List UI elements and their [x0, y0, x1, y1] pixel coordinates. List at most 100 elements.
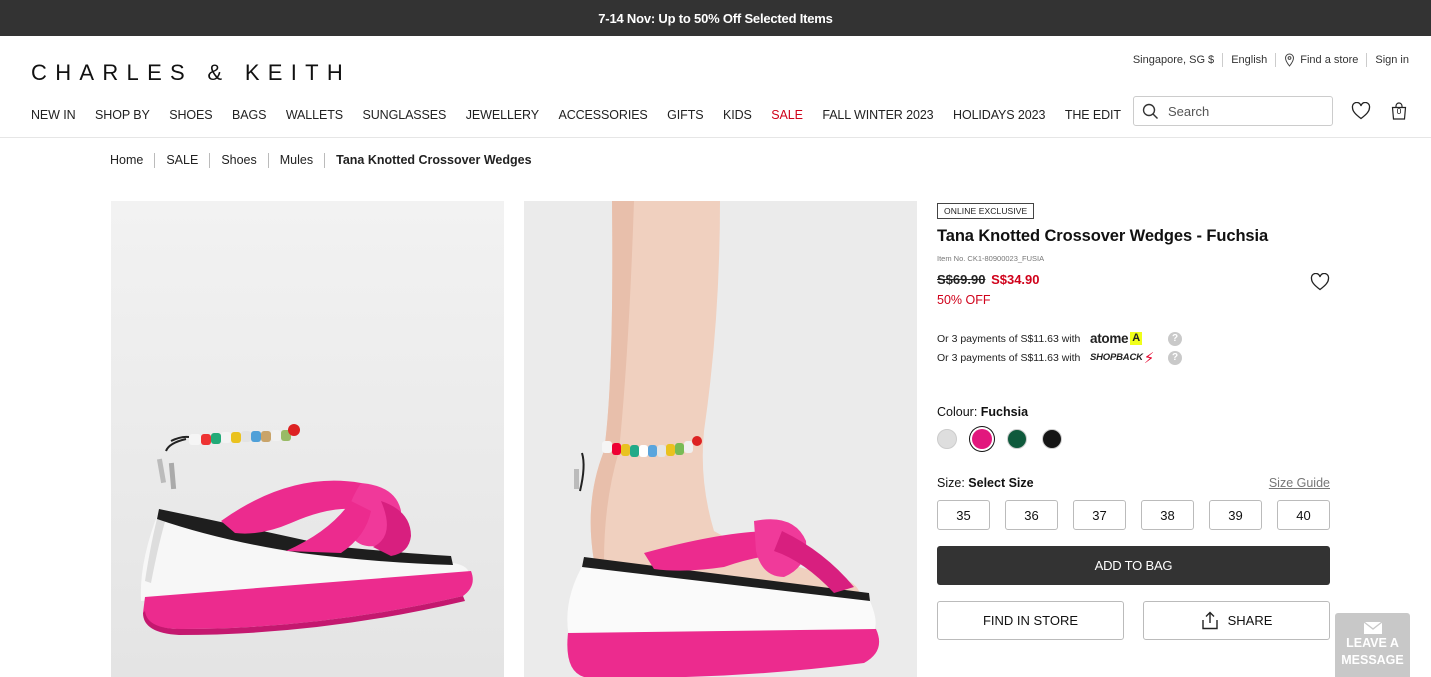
sale-price: S$34.90: [991, 272, 1040, 287]
shopback-installment: Or 3 payments of S$11.63 with SHOPBACK ⚡ …: [937, 348, 1330, 367]
heart-icon: [1310, 272, 1330, 291]
wedge-sandal-illustration: [111, 201, 504, 677]
cart-count: 0: [1396, 106, 1402, 116]
size-option-37[interactable]: 37: [1073, 500, 1126, 530]
nav-item-new-in[interactable]: NEW IN: [31, 108, 76, 122]
brand-logo[interactable]: CHARLES & KEITH: [31, 60, 351, 86]
colour-selector: Colour: Fuchsia: [937, 405, 1330, 419]
size-label: Size:: [937, 476, 965, 490]
nav-item-sunglasses[interactable]: SUNGLASSES: [363, 108, 447, 122]
installment-options: Or 3 payments of S$11.63 with atome A ? O…: [937, 329, 1330, 367]
envelope-icon: [1363, 621, 1382, 634]
colour-swatch-light-grey[interactable]: [937, 429, 957, 449]
location-pin-icon: [1285, 53, 1295, 67]
utility-bar: Singapore, SG $ English Find a store Sig…: [1125, 53, 1409, 67]
shopback-bolt-icon: ⚡: [1143, 349, 1155, 367]
size-label-group: Size: Select Size: [937, 476, 1034, 490]
nav-item-the-edit[interactable]: THE EDIT: [1065, 108, 1121, 122]
nav-item-shoes[interactable]: SHOES: [169, 108, 212, 122]
nav-item-accessories[interactable]: ACCESSORIES: [558, 108, 647, 122]
product-title: Tana Knotted Crossover Wedges - Fuchsia: [937, 227, 1269, 245]
language-label: English: [1231, 54, 1268, 66]
sign-in-link[interactable]: Sign in: [1367, 53, 1409, 67]
size-option-39[interactable]: 39: [1209, 500, 1262, 530]
size-header: Size: Select Size Size Guide: [937, 476, 1330, 490]
leave-message-line2: MESSAGE: [1341, 653, 1404, 667]
size-guide-link[interactable]: Size Guide: [1269, 476, 1330, 490]
breadcrumb-sale[interactable]: SALE: [154, 153, 209, 168]
heart-icon: [1351, 102, 1371, 120]
colour-label: Colour:: [937, 405, 978, 419]
size-option-40[interactable]: 40: [1277, 500, 1330, 530]
breadcrumb: Home SALE Shoes Mules Tana Knotted Cross…: [110, 153, 543, 168]
colour-swatch-fuchsia[interactable]: [972, 429, 992, 449]
add-to-wishlist-button[interactable]: [1310, 272, 1330, 296]
product-info: ONLINE EXCLUSIVE Tana Knotted Crossover …: [937, 201, 1330, 640]
breadcrumb-mules[interactable]: Mules: [267, 153, 324, 168]
cart-button[interactable]: 0: [1388, 100, 1410, 122]
region-label: Singapore, SG $: [1132, 54, 1215, 66]
region-selector[interactable]: Singapore, SG $: [1125, 53, 1224, 67]
wishlist-button[interactable]: [1350, 100, 1372, 122]
atome-logo-text: atome: [1090, 331, 1129, 346]
product-image-1[interactable]: [111, 201, 504, 677]
promo-text: 7-14 Nov: Up to 50% Off Selected Items: [598, 10, 833, 26]
nav-item-fall-winter-2023[interactable]: FALL WINTER 2023: [822, 108, 933, 122]
leave-message-widget[interactable]: LEAVE A MESSAGE: [1335, 613, 1410, 677]
find-store-link[interactable]: Find a store: [1276, 53, 1368, 67]
breadcrumb-home[interactable]: Home: [110, 153, 154, 168]
promo-banner[interactable]: 7-14 Nov: Up to 50% Off Selected Items: [0, 0, 1431, 36]
size-options: 35 36 37 38 39 40: [937, 500, 1330, 530]
product-image-2[interactable]: [524, 201, 917, 677]
search-box[interactable]: [1133, 96, 1333, 126]
size-option-35[interactable]: 35: [937, 500, 990, 530]
atome-logo: atome A: [1090, 331, 1168, 346]
language-selector[interactable]: English: [1223, 53, 1277, 67]
colour-value: Fuchsia: [980, 405, 1029, 419]
nav-item-wallets[interactable]: WALLETS: [286, 108, 343, 122]
leave-message-line1: LEAVE A: [1346, 636, 1399, 650]
colour-swatches: [937, 429, 1330, 449]
shopback-logo-text: SHOPBACK: [1090, 352, 1143, 363]
nav-item-holidays-2023[interactable]: HOLIDAYS 2023: [953, 108, 1045, 122]
share-button[interactable]: SHARE: [1143, 601, 1330, 640]
size-value: Select Size: [968, 476, 1034, 490]
find-store-label: Find a store: [1300, 54, 1359, 66]
search-input[interactable]: [1168, 103, 1318, 119]
sign-in-label: Sign in: [1375, 54, 1409, 66]
site-header: CHARLES & KEITH Singapore, SG $ English …: [0, 36, 1431, 138]
price-block: S$69.90 S$34.90: [937, 272, 1330, 287]
discount-label: 50% OFF: [937, 293, 991, 307]
nav-item-sale[interactable]: SALE: [771, 108, 803, 122]
size-option-36[interactable]: 36: [1005, 500, 1058, 530]
atome-logo-mark: A: [1130, 332, 1142, 345]
atome-info-icon[interactable]: ?: [1168, 331, 1182, 346]
nav-item-shop-by[interactable]: SHOP BY: [95, 108, 150, 122]
nav-item-bags[interactable]: BAGS: [232, 108, 266, 122]
share-icon: [1201, 611, 1218, 630]
nav-item-kids[interactable]: KIDS: [723, 108, 752, 122]
atome-installment: Or 3 payments of S$11.63 with atome A ?: [937, 329, 1330, 348]
shopback-logo: SHOPBACK ⚡: [1090, 349, 1168, 367]
search-icon: [1142, 103, 1158, 119]
secondary-actions: FIND IN STORE SHARE: [937, 601, 1330, 640]
main-nav: NEW IN SHOP BY SHOES BAGS WALLETS SUNGLA…: [31, 108, 1140, 122]
item-number: Item No. CK1-80900023_FUSIA: [937, 254, 1045, 263]
worn-sandal-illustration: [524, 201, 917, 677]
size-option-38[interactable]: 38: [1141, 500, 1194, 530]
nav-item-gifts[interactable]: GIFTS: [667, 108, 703, 122]
add-to-bag-button[interactable]: ADD TO BAG: [937, 546, 1330, 585]
online-exclusive-badge: ONLINE EXCLUSIVE: [937, 203, 1035, 219]
atome-installment-text: Or 3 payments of S$11.63 with: [937, 332, 1081, 345]
share-label: SHARE: [1227, 613, 1273, 628]
colour-swatch-black[interactable]: [1042, 429, 1062, 449]
shopback-installment-text: Or 3 payments of S$11.63 with: [937, 351, 1081, 364]
shopback-info-icon[interactable]: ?: [1168, 350, 1182, 365]
colour-swatch-green[interactable]: [1007, 429, 1027, 449]
original-price: S$69.90: [937, 272, 986, 287]
find-in-store-button[interactable]: FIND IN STORE: [937, 601, 1124, 640]
breadcrumb-shoes[interactable]: Shoes: [209, 153, 267, 168]
find-in-store-label: FIND IN STORE: [982, 613, 1079, 628]
breadcrumb-current: Tana Knotted Crossover Wedges: [324, 153, 542, 168]
nav-item-jewellery[interactable]: JEWELLERY: [466, 108, 539, 122]
